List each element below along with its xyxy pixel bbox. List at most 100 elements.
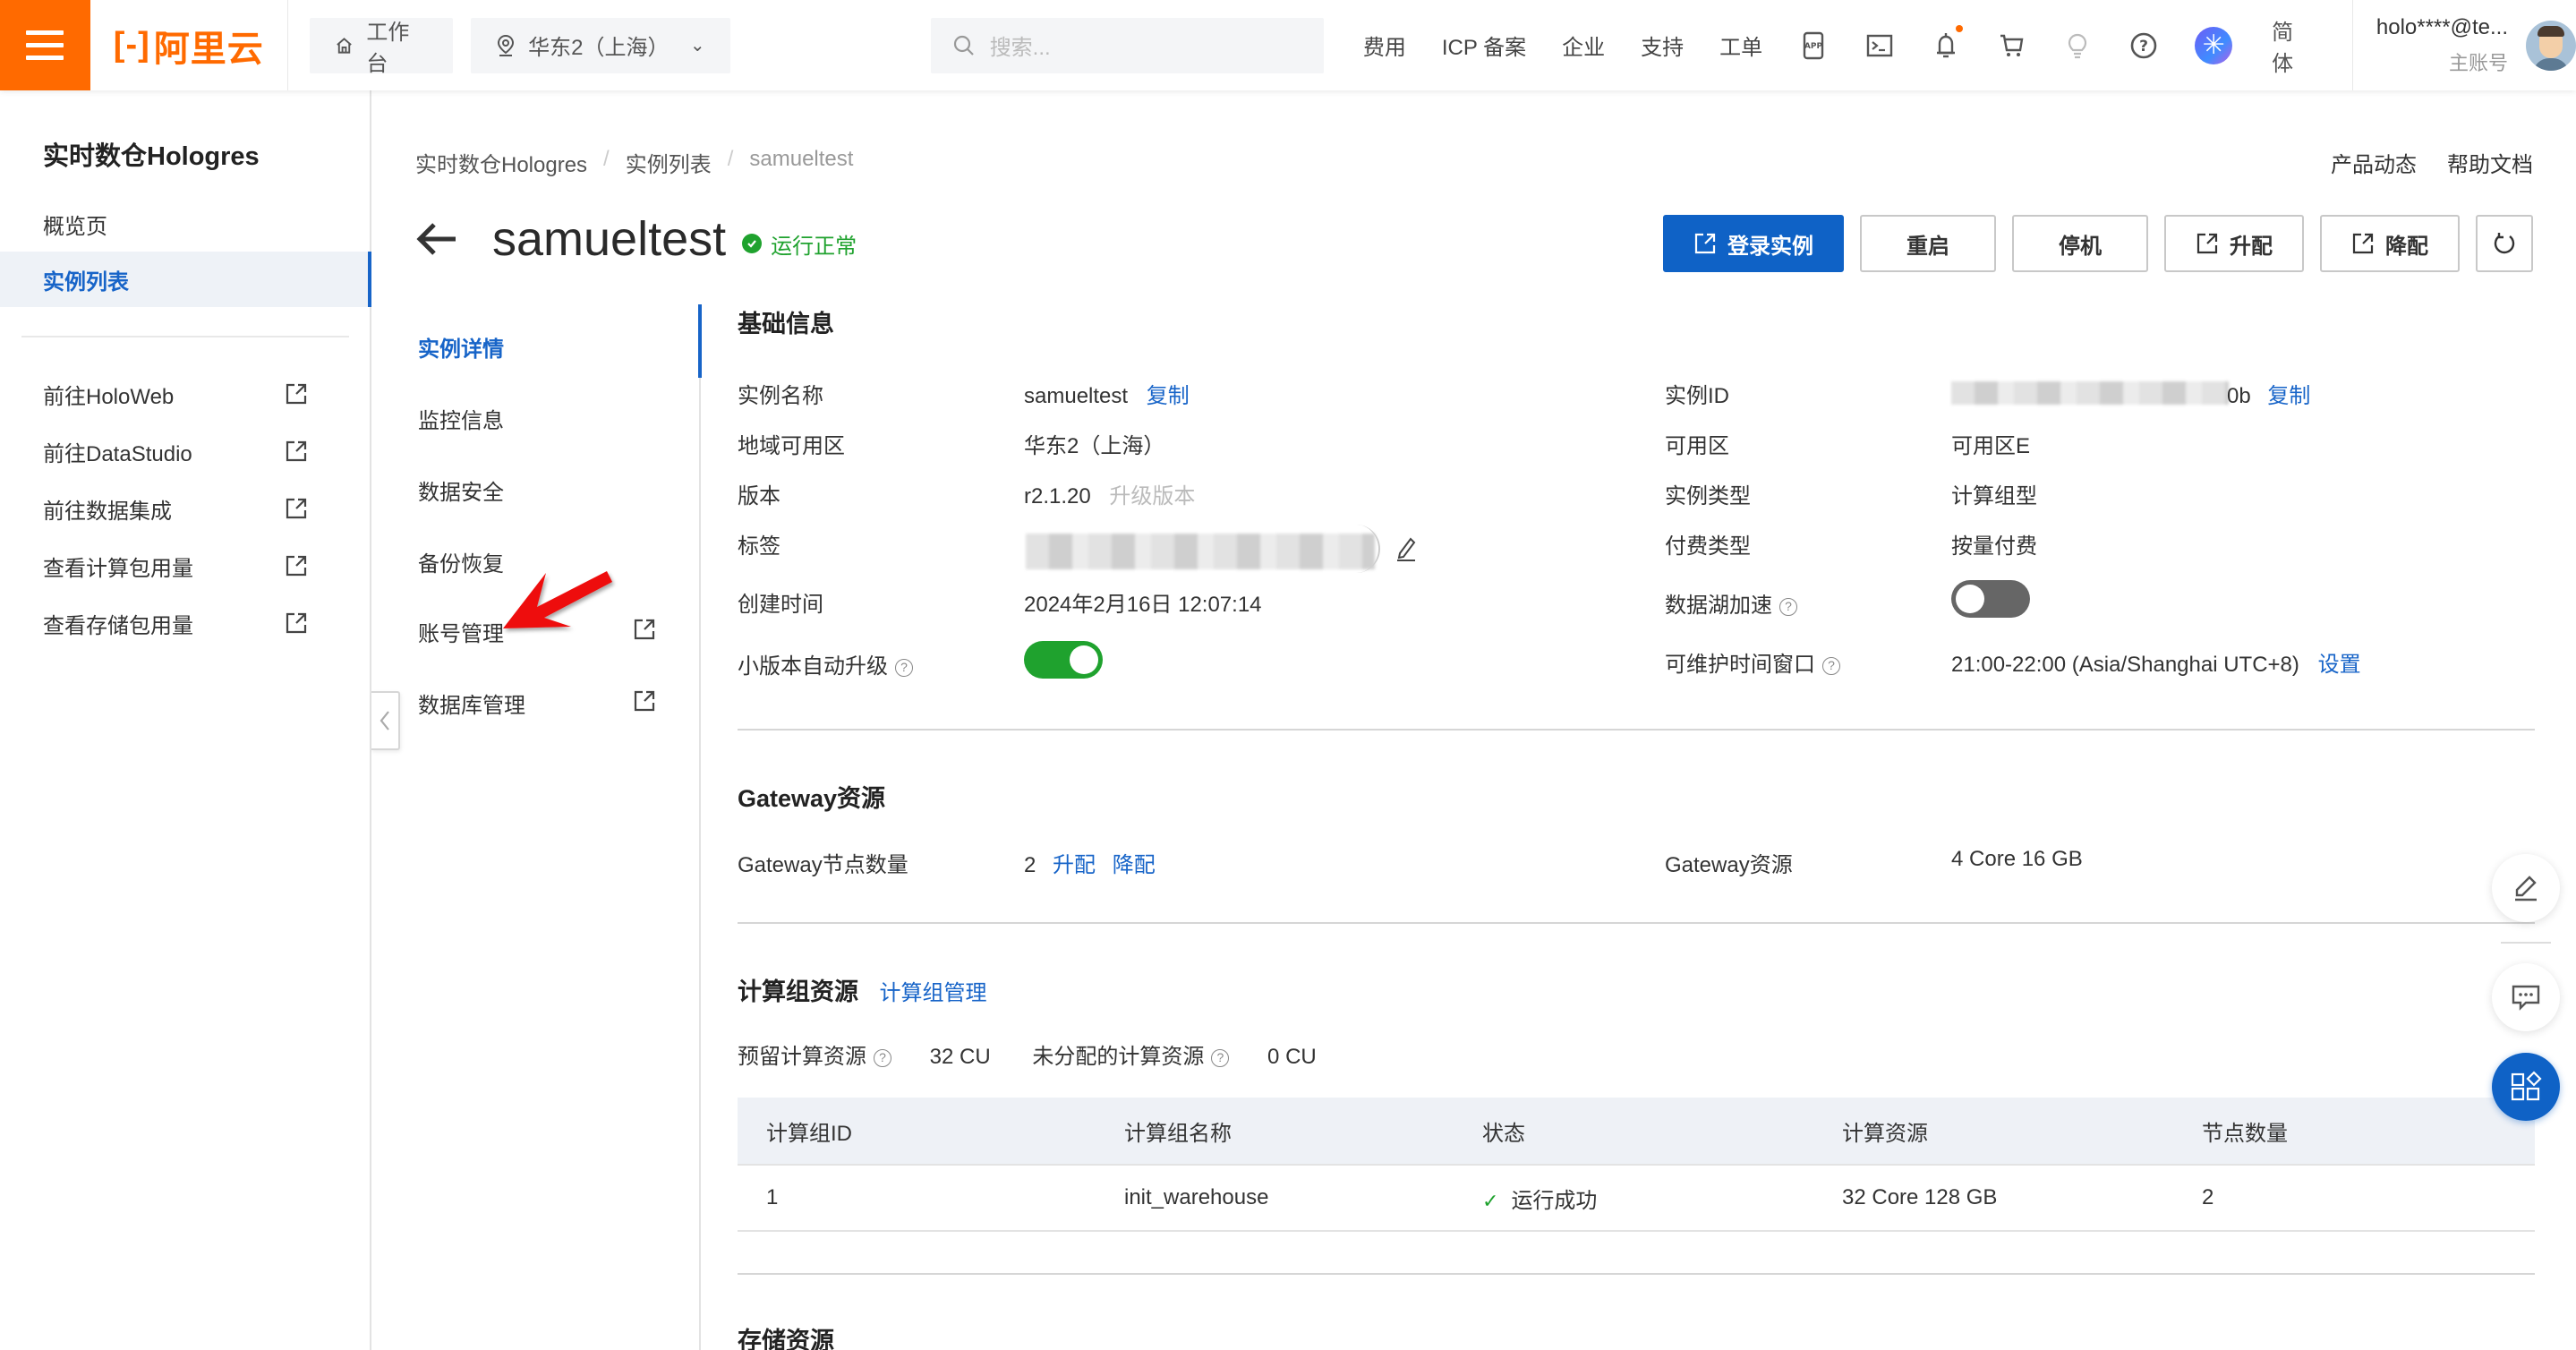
- help-icon[interactable]: ?: [2128, 30, 2159, 61]
- subnav-database-management[interactable]: 数据库管理: [418, 688, 525, 719]
- apps-button[interactable]: [2492, 1053, 2560, 1121]
- field-label: 版本: [738, 484, 780, 508]
- product-sidebar: 实时数仓Hologres 概览页 实例列表 前往HoloWeb 前往DataSt…: [0, 90, 371, 1350]
- restart-button[interactable]: 重启: [1860, 215, 1996, 272]
- external-link-icon[interactable]: [633, 618, 656, 641]
- title-row: samueltest 运行正常: [412, 211, 857, 267]
- nav-billing[interactable]: 费用: [1363, 30, 1406, 61]
- region-selector[interactable]: 华东2（上海） ⌄: [471, 17, 730, 73]
- set-maintenance-link[interactable]: 设置: [2318, 653, 2361, 677]
- nav-icp[interactable]: ICP 备案: [1442, 30, 1526, 61]
- copy-id-link[interactable]: 复制: [2267, 384, 2310, 408]
- apps-grid-icon: [2511, 1071, 2542, 1101]
- chat-button[interactable]: [2492, 963, 2560, 1031]
- breadcrumb-item[interactable]: 实例列表: [626, 147, 712, 178]
- sidebar-link-datastudio[interactable]: 前往DataStudio: [0, 429, 370, 474]
- nav-support[interactable]: 支持: [1641, 30, 1684, 61]
- help-icon[interactable]: ?: [1779, 597, 1797, 616]
- cart-icon[interactable]: [1997, 30, 2027, 61]
- gateway-downgrade-link[interactable]: 降配: [1113, 853, 1156, 877]
- help-icon[interactable]: ?: [1822, 656, 1840, 675]
- section-divider: [738, 1273, 2535, 1275]
- menu-button[interactable]: [0, 0, 90, 90]
- copy-name-link[interactable]: 复制: [1147, 384, 1190, 408]
- bulb-icon[interactable]: [2063, 30, 2094, 61]
- collapse-subnav-button[interactable]: [371, 691, 400, 750]
- svg-text:?: ?: [2139, 38, 2148, 56]
- feedback-edit-button[interactable]: [2492, 854, 2560, 922]
- pencil-icon: [2515, 876, 2537, 901]
- language-switch[interactable]: 简体: [2272, 14, 2315, 77]
- sidebar-item-overview[interactable]: 概览页: [0, 196, 370, 252]
- field-label: 创建时间: [738, 593, 823, 617]
- subnav-backup-restore[interactable]: 备份恢复: [418, 546, 504, 577]
- external-link-icon: [286, 498, 307, 519]
- back-button[interactable]: [412, 214, 462, 264]
- notification-dot: [1955, 24, 1963, 32]
- terminal-icon[interactable]: [1864, 30, 1895, 61]
- field-label: 实例类型: [1665, 484, 1751, 508]
- breadcrumb-item[interactable]: 实时数仓Hologres: [415, 147, 587, 178]
- auto-upgrade-toggle[interactable]: [1024, 641, 1103, 679]
- nav-ticket[interactable]: 工单: [1719, 30, 1762, 61]
- search-icon: [953, 35, 974, 56]
- field-label: Gateway资源: [1665, 853, 1793, 877]
- data-lake-acceleration-toggle[interactable]: [1951, 580, 2030, 618]
- instance-actions: 登录实例 重启 停机 升配 降配: [1663, 215, 2533, 272]
- sidebar-link-data-integration[interactable]: 前往数据集成: [0, 486, 370, 531]
- check-icon: ✓: [1482, 1189, 1499, 1212]
- ai-assistant-icon[interactable]: ✳: [2195, 26, 2233, 64]
- field-value: 0b: [2227, 384, 2251, 408]
- button-label: 停机: [2059, 234, 2102, 259]
- gateway-upgrade-link[interactable]: 升配: [1053, 853, 1096, 877]
- product-news-link[interactable]: 产品动态: [2331, 147, 2417, 178]
- cell-nodes: 2: [2202, 1185, 2214, 1209]
- app-icon[interactable]: APP: [1798, 30, 1829, 61]
- cell-id: 1: [766, 1185, 779, 1209]
- page-links: 产品动态 帮助文档: [2331, 147, 2533, 178]
- sidebar-item-instance-list[interactable]: 实例列表: [0, 252, 371, 307]
- stop-button[interactable]: 停机: [2012, 215, 2148, 272]
- column-header: 计算组ID: [766, 1121, 852, 1146]
- help-icon[interactable]: ?: [874, 1048, 891, 1067]
- nav-enterprise[interactable]: 企业: [1562, 30, 1605, 61]
- logo-text: 阿里云: [153, 29, 264, 69]
- status-text: 运行成功: [1511, 1188, 1598, 1213]
- home-icon: [337, 37, 353, 54]
- bell-icon[interactable]: [1931, 24, 1963, 61]
- refresh-icon: [2494, 233, 2515, 254]
- subnav-account-management[interactable]: 账号管理: [418, 616, 504, 647]
- sidebar-link-compute-usage[interactable]: 查看计算包用量: [0, 543, 370, 588]
- subnav-instance-details[interactable]: 实例详情: [418, 331, 504, 363]
- compute-group-manage-link[interactable]: 计算组管理: [880, 981, 987, 1005]
- aliyun-logo[interactable]: [-] 阿里云: [90, 0, 289, 90]
- external-link-icon: [286, 383, 307, 405]
- upgrade-button[interactable]: 升配: [2164, 215, 2304, 272]
- avatar[interactable]: [2526, 20, 2576, 71]
- instance-type-value: 计算组型: [1951, 484, 2037, 508]
- redacted-instance-id: [1951, 381, 2229, 405]
- workbench-button[interactable]: 工作台: [310, 17, 454, 76]
- help-icon[interactable]: ?: [1211, 1048, 1230, 1067]
- field-label: 可维护时间窗口: [1665, 653, 1815, 677]
- help-icon[interactable]: ?: [895, 658, 913, 677]
- field-label: 标签: [738, 534, 780, 559]
- login-instance-button[interactable]: 登录实例: [1663, 215, 1844, 272]
- billing-type-value: 按量付费: [1951, 534, 2037, 559]
- button-label: 登录实例: [1727, 234, 1813, 259]
- reserved-compute-value: 32 CU: [929, 1045, 991, 1069]
- sidebar-divider: [21, 336, 349, 338]
- sidebar-link-storage-usage[interactable]: 查看存储包用量: [0, 601, 370, 645]
- edit-icon[interactable]: [1395, 535, 1418, 562]
- account-menu[interactable]: holo****@te... 主账号: [2351, 0, 2576, 90]
- downgrade-button[interactable]: 降配: [2320, 215, 2460, 272]
- breadcrumb-separator: /: [603, 147, 610, 171]
- subnav-data-security[interactable]: 数据安全: [418, 474, 504, 506]
- search-input[interactable]: 搜索...: [930, 17, 1324, 73]
- help-docs-link[interactable]: 帮助文档: [2447, 147, 2533, 178]
- external-link-icon[interactable]: [633, 689, 656, 713]
- section-title-gateway: Gateway资源: [738, 785, 886, 812]
- subnav-monitoring[interactable]: 监控信息: [418, 403, 504, 434]
- sidebar-link-holoweb[interactable]: 前往HoloWeb: [0, 372, 370, 416]
- refresh-button[interactable]: [2476, 215, 2533, 272]
